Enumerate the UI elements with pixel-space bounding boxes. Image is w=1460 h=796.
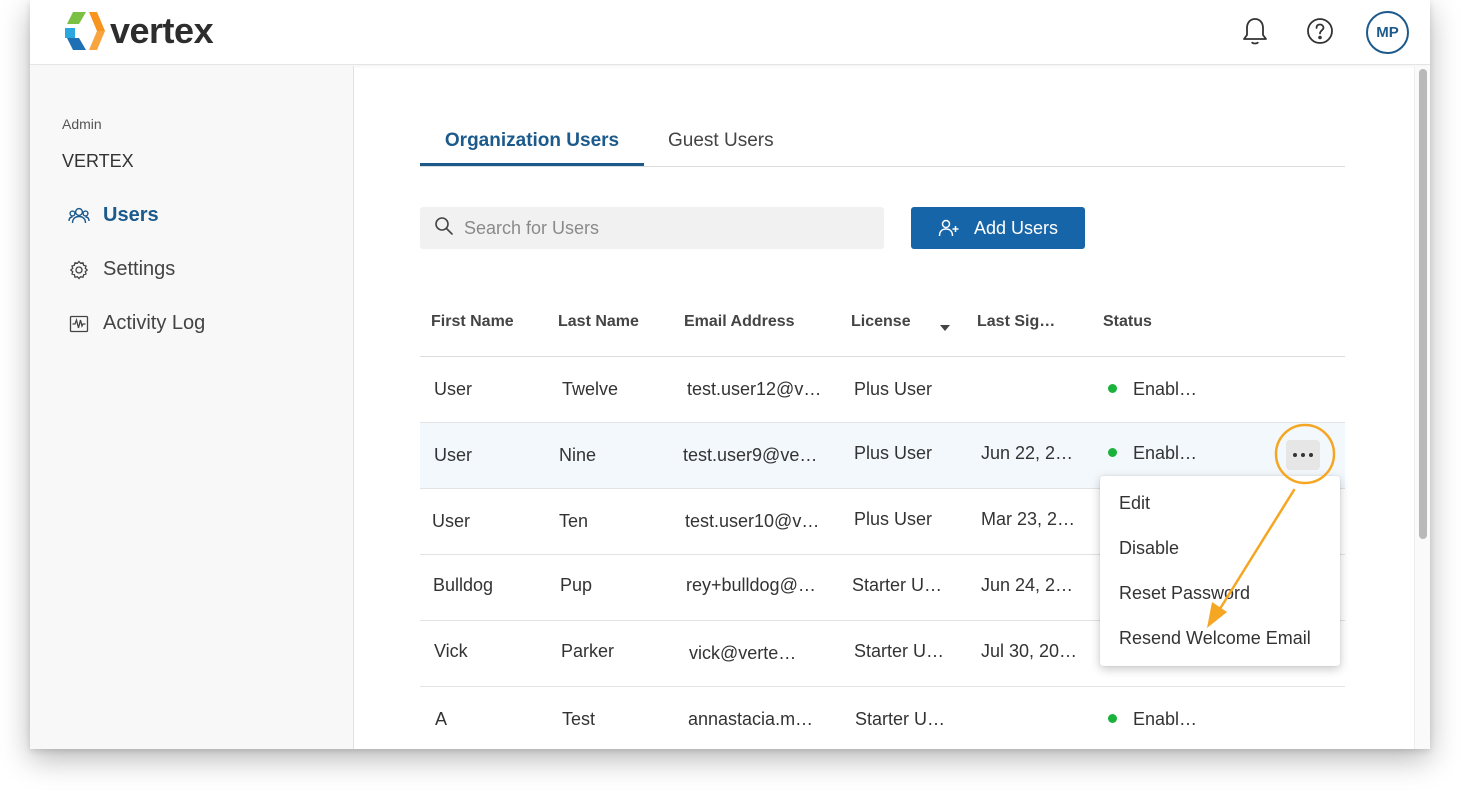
menu-item-edit[interactable]: Edit: [1100, 481, 1340, 526]
cell-status: Enabl…: [1108, 379, 1197, 400]
cell-email: test.user12@v…: [687, 379, 822, 399]
top-bar: vertex MP: [30, 0, 1430, 65]
add-users-button[interactable]: Add Users: [911, 207, 1085, 249]
column-header-status[interactable]: Status: [1103, 313, 1152, 331]
cell-status: Enabl…: [1108, 709, 1197, 730]
column-header-email[interactable]: Email Address: [684, 313, 795, 331]
row-actions-menu: Edit Disable Reset Password Resend Welco…: [1100, 476, 1340, 666]
cell-last-name: Pup: [560, 575, 593, 595]
help-icon[interactable]: [1303, 14, 1337, 48]
user-avatar[interactable]: MP: [1366, 11, 1409, 54]
logo-text: vertex: [110, 10, 214, 51]
column-header-first-name[interactable]: First Name: [431, 313, 514, 331]
gear-icon: [68, 259, 90, 281]
search-input[interactable]: [464, 217, 864, 239]
cell-license: Plus User: [854, 443, 933, 463]
sidebar-item-label: Users: [103, 204, 159, 226]
sidebar-item-label: Activity Log: [103, 312, 206, 334]
cell-last-name: Test: [562, 709, 596, 729]
app-window: vertex MP Admin VERTEX Users Settings Ac…: [30, 0, 1430, 749]
sidebar-item-settings[interactable]: Settings: [68, 258, 175, 281]
cell-first-name: User: [434, 445, 473, 465]
scrollbar-thumb[interactable]: [1419, 69, 1427, 539]
cell-last-sign-in: Jun 24, 2…: [981, 575, 1074, 595]
search-icon: [434, 216, 454, 241]
users-icon: [68, 205, 90, 227]
cell-license: Starter U…: [855, 709, 946, 729]
sidebar-item-label: Settings: [103, 258, 176, 280]
cell-email: annastacia.m…: [688, 709, 814, 729]
cell-first-name: User: [434, 379, 473, 399]
table-header: First Name Last Name Email Address Licen…: [420, 290, 1345, 357]
cell-license: Plus User: [854, 509, 933, 529]
column-header-last-name[interactable]: Last Name: [558, 313, 639, 331]
sidebar-item-users[interactable]: Users: [68, 204, 159, 227]
cell-first-name: Vick: [434, 641, 468, 661]
sidebar: Admin VERTEX Users Settings Activity Log: [30, 66, 354, 749]
row-actions-button[interactable]: [1286, 440, 1320, 470]
menu-item-reset-password[interactable]: Reset Password: [1100, 571, 1340, 616]
tab-organization-users[interactable]: Organization Users: [420, 124, 644, 166]
logo[interactable]: vertex: [62, 10, 214, 52]
sort-down-icon[interactable]: [939, 319, 951, 337]
add-user-icon: [938, 218, 960, 238]
sidebar-section-label: Admin: [62, 116, 102, 132]
status-enabled-dot: [1108, 447, 1117, 457]
cell-email: vick@verte…: [689, 643, 797, 663]
cell-license: Starter U…: [854, 641, 945, 661]
sidebar-item-activity-log[interactable]: Activity Log: [68, 312, 205, 335]
notifications-bell-icon[interactable]: [1238, 14, 1272, 48]
table-row[interactable]: User Twelve test.user12@v… Plus User Ena…: [420, 357, 1345, 423]
cell-last-sign-in: Jul 30, 20…: [981, 641, 1078, 661]
tab-guest-users[interactable]: Guest Users: [668, 124, 774, 166]
activity-icon: [68, 313, 90, 335]
add-users-label: Add Users: [973, 217, 1059, 238]
cell-first-name: User: [432, 511, 471, 531]
search-box: [420, 207, 884, 249]
cell-license: Plus User: [854, 379, 933, 399]
sidebar-org-name: VERTEX: [62, 151, 134, 171]
vertical-scrollbar[interactable]: [1414, 66, 1430, 749]
column-header-license[interactable]: License: [851, 313, 911, 331]
column-header-last-sign-in[interactable]: Last Sig…: [977, 313, 1055, 331]
cell-last-name: Parker: [561, 641, 615, 661]
cell-last-sign-in: Jun 22, 2…: [981, 443, 1074, 463]
cell-email: test.user9@ve…: [683, 445, 818, 465]
menu-item-resend-welcome-email[interactable]: Resend Welcome Email: [1100, 616, 1340, 661]
cell-license: Starter U…: [852, 575, 943, 595]
status-text: Enabl…: [1133, 379, 1198, 399]
status-text: Enabl…: [1133, 443, 1198, 463]
cell-last-name: Ten: [559, 511, 589, 531]
cell-first-name: A: [435, 709, 448, 729]
tab-bar: Organization Users Guest Users: [420, 124, 1345, 167]
menu-item-disable[interactable]: Disable: [1100, 526, 1340, 571]
cell-email: test.user10@v…: [685, 511, 820, 531]
status-text: Enabl…: [1133, 709, 1198, 729]
cell-last-name: Twelve: [562, 379, 619, 399]
cell-status: Enabl…: [1108, 443, 1197, 464]
cell-last-sign-in: Mar 23, 2…: [981, 509, 1076, 529]
cell-last-name: Nine: [559, 445, 597, 465]
table-row[interactable]: A Test annastacia.m… Starter U… Enabl…: [420, 687, 1345, 749]
status-enabled-dot: [1108, 383, 1117, 393]
vertex-logo-icon: [65, 12, 105, 50]
status-enabled-dot: [1108, 713, 1117, 723]
cell-email: rey+bulldog@…: [686, 575, 816, 595]
cell-first-name: Bulldog: [433, 575, 494, 595]
